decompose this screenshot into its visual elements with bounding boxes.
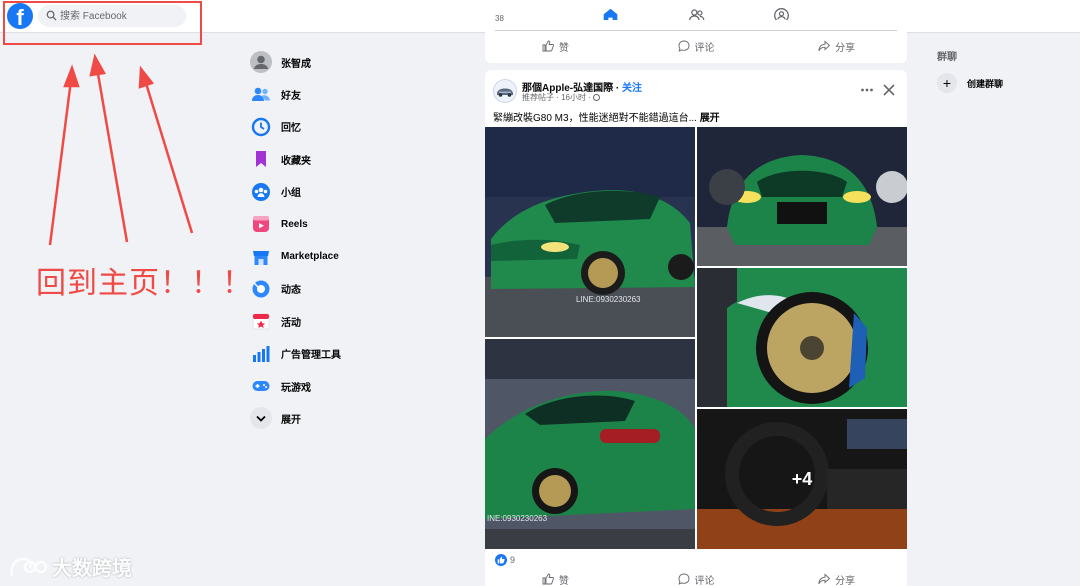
follow-link[interactable]: 关注 <box>622 83 642 94</box>
divider <box>495 30 897 31</box>
like-button[interactable]: 赞 <box>485 568 626 586</box>
sidebar-item-label: Reels <box>281 218 308 230</box>
comment-label: 评论 <box>694 42 715 54</box>
post-photo-1[interactable]: LINE:0930230263 <box>485 127 695 337</box>
like-count: 9 <box>510 555 516 565</box>
gaming-icon <box>250 375 272 397</box>
sidebar-item-marketplace[interactable]: Marketplace <box>250 240 430 272</box>
group-chats-title: 群聊 <box>937 52 957 63</box>
previous-post-actions: 赞 评论 分享 <box>485 35 907 57</box>
share-button[interactable]: 分享 <box>766 568 907 586</box>
comment-icon <box>678 573 689 585</box>
sidebar-item-label: 张智成 <box>281 58 311 70</box>
create-group-label: 创建群聊 <box>967 78 1004 89</box>
comment-icon <box>678 40 689 52</box>
post-meta: 推荐帖子 · 16小时 · <box>522 92 601 103</box>
sidebar-item-friends[interactable]: 好友 <box>250 78 430 110</box>
plus-icon: + <box>937 73 957 93</box>
like-icon <box>542 40 554 52</box>
more-options-icon[interactable] <box>859 82 875 98</box>
photo-watermark: LINE:0930230263 <box>576 295 641 304</box>
post-card: 那個Apple-弘達国際 · 关注 推荐帖子 · 16小时 · 緊繃改裝G80 … <box>485 70 907 586</box>
annotation-arrows <box>48 53 194 246</box>
post-meta-text: 推荐帖子 · 16小时 · <box>522 93 591 102</box>
marketplace-icon <box>250 246 272 268</box>
post-photo-2[interactable] <box>697 127 907 266</box>
sidebar-item-profile[interactable]: 张智成 <box>250 46 430 78</box>
share-button[interactable]: 分享 <box>766 35 907 57</box>
post-actions: 赞 评论 分享 <box>485 568 907 586</box>
chevron-down-icon <box>250 407 272 430</box>
sidebar-item-label: Marketplace <box>281 251 339 263</box>
sidebar-item-ads-manager[interactable]: 广告管理工具 <box>250 338 430 370</box>
post-body: 緊繃改裝G80 M3，性能迷絕對不能錯過這台... <box>493 113 697 124</box>
sidebar-item-label: 好友 <box>281 91 301 103</box>
sidebar-item-saved[interactable]: 收藏夹 <box>250 143 430 175</box>
post-photo-5[interactable]: +4 <box>697 409 907 549</box>
post-photo-3[interactable] <box>697 268 907 407</box>
brand-logo-icon <box>10 557 48 576</box>
comment-button[interactable]: 评论 <box>626 568 767 586</box>
sidebar-item-label: 玩游戏 <box>281 382 311 394</box>
brand-watermark: 大数跨境 <box>8 552 132 581</box>
memories-icon <box>250 116 272 138</box>
sidebar-item-label: 活动 <box>281 317 301 329</box>
post-text: 緊繃改裝G80 M3，性能迷絕對不能錯過這台... 展开 <box>493 109 720 124</box>
sidebar-item-expand[interactable]: 展开 <box>250 402 430 434</box>
annotation-text: 回到主页！！！ <box>36 266 253 301</box>
page-avatar[interactable] <box>493 79 517 103</box>
like-button[interactable]: 赞 <box>485 35 626 57</box>
comment-label: 评论 <box>694 575 715 586</box>
sidebar-item-label: 收藏夹 <box>281 155 311 167</box>
create-group-chat-button[interactable]: + 创建群聊 <box>937 72 1077 94</box>
see-more-link[interactable]: 展开 <box>700 113 720 124</box>
sidebar-item-gaming[interactable]: 玩游戏 <box>250 370 430 402</box>
reaction-count: 38 <box>495 14 504 23</box>
sidebar-item-feeds[interactable]: 动态 <box>250 273 430 305</box>
previous-post-card: 38 赞 评论 分享 <box>485 14 907 63</box>
events-icon <box>250 310 272 332</box>
share-icon <box>818 40 831 52</box>
post-photo-4[interactable]: INE:0930230263 <box>485 339 695 549</box>
share-icon <box>818 573 831 585</box>
likes-row[interactable]: 9 <box>495 554 515 566</box>
ads-manager-icon <box>250 343 272 365</box>
sidebar-item-label: 动态 <box>281 285 301 297</box>
comment-button[interactable]: 评论 <box>626 35 767 57</box>
groups-icon <box>250 181 272 203</box>
avatar <box>250 51 272 74</box>
like-label: 赞 <box>558 42 569 54</box>
share-label: 分享 <box>835 42 856 54</box>
more-photos-count: +4 <box>697 409 907 549</box>
sidebar-item-events[interactable]: 活动 <box>250 305 430 337</box>
like-label: 赞 <box>558 575 569 586</box>
like-reaction-icon <box>495 554 507 566</box>
brand-text: 大数跨境 <box>52 556 132 580</box>
sidebar-item-reels[interactable]: Reels <box>250 208 430 240</box>
globe-icon <box>593 94 601 101</box>
left-sidebar: 张智成 好友 回忆 收藏夹 小组 Reels Marketplace 动态 活动… <box>250 46 430 435</box>
sidebar-item-label: 展开 <box>281 414 301 426</box>
sidebar-item-label: 小组 <box>281 188 301 200</box>
like-icon <box>542 573 554 585</box>
photo-watermark: INE:0930230263 <box>487 514 548 523</box>
sidebar-item-groups[interactable]: 小组 <box>250 176 430 208</box>
saved-icon <box>250 148 272 170</box>
close-icon[interactable] <box>881 82 897 98</box>
feeds-icon <box>250 278 272 300</box>
sidebar-item-label: 广告管理工具 <box>281 350 341 362</box>
reels-icon <box>250 213 272 235</box>
share-label: 分享 <box>835 575 856 586</box>
sidebar-item-memories[interactable]: 回忆 <box>250 111 430 143</box>
sidebar-item-label: 回忆 <box>281 123 301 135</box>
friends-icon <box>250 84 272 106</box>
